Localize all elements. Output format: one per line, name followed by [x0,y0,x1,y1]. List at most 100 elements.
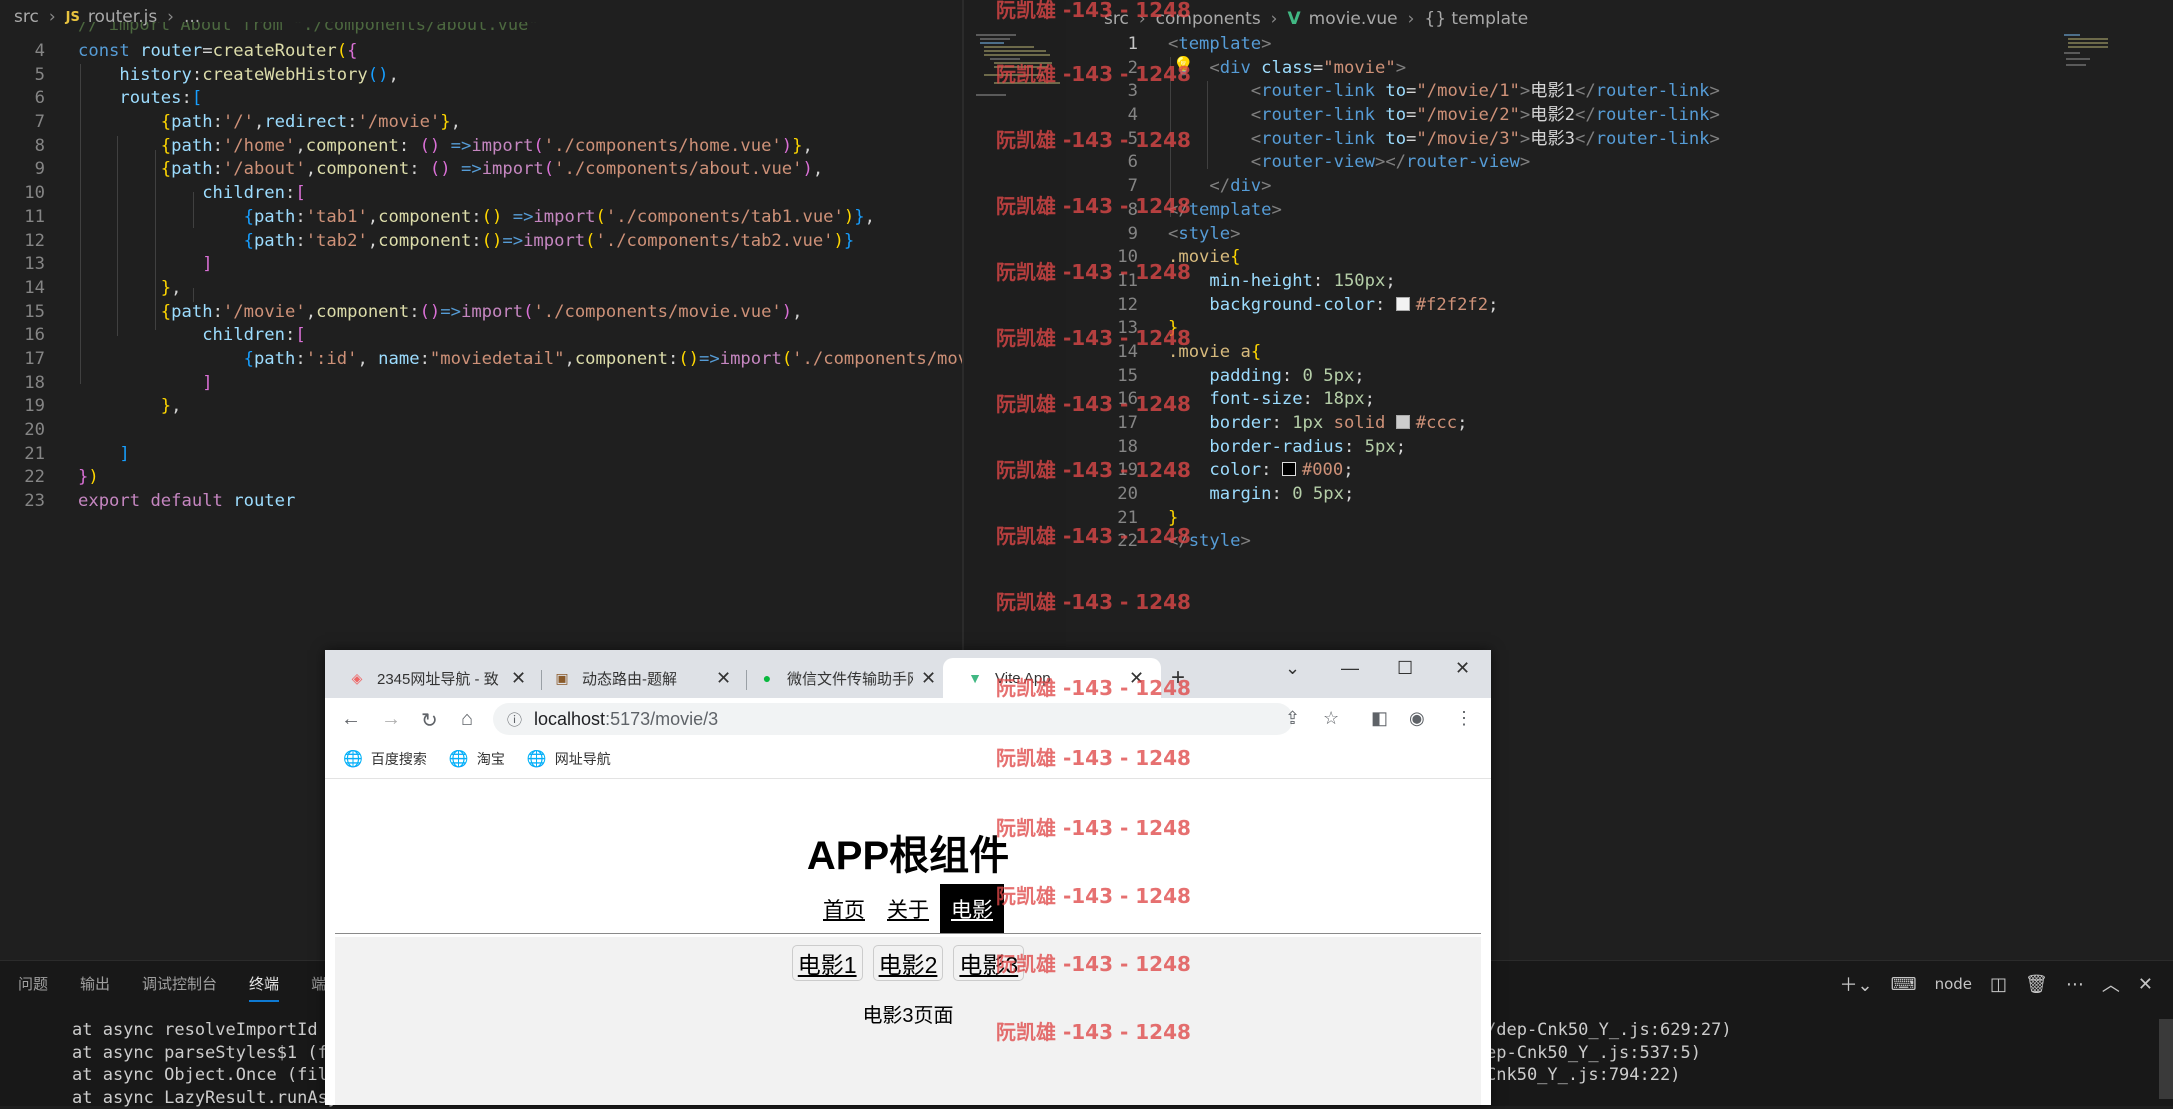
tab-search-icon[interactable]: ⌄ [1285,658,1300,679]
color-swatch[interactable] [1396,415,1410,429]
code-line: 3 <router-link to="/movie/1">电影1</router… [1066,80,2173,104]
code-line: 1<template> [1066,33,2173,57]
chevron-right-icon: › [49,7,56,27]
breadcrumb-file[interactable]: movie.vue [1309,9,1398,29]
page-content: APP根组件 首页 关于 电影 电影1 电影2 电影3 电影3页面 [325,779,1491,1105]
close-tab-icon[interactable]: ✕ [511,668,526,689]
movie-link-1[interactable]: 电影1 [792,945,863,981]
code-line: 12 {path:'tab2',component:()=>import('./… [0,230,962,254]
globe-icon: 🌐 [343,749,363,769]
terminal-icon[interactable]: ⌨ [1891,974,1917,995]
trash-icon[interactable]: 🗑 [2025,974,2048,995]
tab-debug-console[interactable]: 调试控制台 [142,973,217,1002]
close-tab-icon[interactable]: ✕ [921,668,936,689]
movie-links: 电影1 电影2 电影3 [335,945,1481,981]
terminal-line: /dep-Cnk50_Y_.js:629:27) [1486,1019,1732,1042]
movie-link-2[interactable]: 电影2 [873,945,944,981]
terminal-line: Cnk50_Y_.js:794:22) [1486,1064,1732,1087]
code-line: 22</style> [1066,530,2173,554]
nav-link-about[interactable]: 关于 [876,884,940,934]
browser-toolbar: ← → ↻ ⌂ ⓘ localhost:5173/movie/3 ⇪ ☆ ◧ ◉… [325,698,1491,740]
code-router-js[interactable]: 4const router=createRouter({ 5 history:c… [0,40,962,514]
bookmarks-bar: 🌐 百度搜索 🌐淘宝 🌐网址导航 [325,740,1491,779]
code-line: 2 <div class="movie"> [1066,57,2173,81]
code-line: 14.movie a{ [1066,341,2173,365]
tab-output[interactable]: 输出 [80,973,110,1002]
close-icon[interactable]: ✕ [2138,974,2153,995]
watermark: 阮凯雄 -143 - 1248 [996,586,1191,615]
code-line: 14 }, [0,277,962,301]
wechat-icon: ● [757,668,777,688]
side-panel-icon[interactable]: ◧ [1371,708,1388,729]
bookmark-item[interactable]: 🌐 百度搜索 [343,749,427,769]
tab-terminal[interactable]: 终端 [249,973,279,1002]
code-line: 17 {path:':id', name:"moviedetail",compo… [0,348,962,372]
add-terminal-icon[interactable]: ＋⌄ [1840,971,1873,997]
url-host: localhost [534,709,605,730]
picture-icon: ▣ [552,668,572,688]
watermark: 阮凯雄 -143 - 1248 [996,880,1191,909]
terminal-shell-label[interactable]: node [1935,975,1972,993]
partial-comment-line: // import About from "./components/about… [78,22,539,36]
reload-icon[interactable]: ↻ [421,708,438,733]
code-line: 5 history:createWebHistory(), [0,64,962,88]
bookmark-label: 百度搜索 [371,749,427,769]
terminal-scrollbar[interactable] [2159,1019,2173,1099]
bookmark-item[interactable]: 🌐淘宝 [449,749,505,769]
code-line: 17 border: 1px solid #ccc; [1066,412,2173,436]
watermark: 阮凯雄 -143 - 1248 [996,190,1191,219]
star-icon[interactable]: ☆ [1323,708,1339,729]
home-icon[interactable]: ⌂ [461,708,473,731]
minimap[interactable] [2060,28,2120,78]
watermark: 阮凯雄 -143 - 1248 [996,742,1191,771]
share-icon[interactable]: ⇪ [1285,708,1300,729]
breadcrumb-folder[interactable]: src [14,7,39,27]
close-tab-icon[interactable]: ✕ [716,668,731,689]
browser-tab[interactable]: ◈ 2345网址导航 - 致 ✕ [325,658,526,698]
profile-icon[interactable]: ◉ [1409,708,1425,729]
chevron-up-icon[interactable]: ︿ [2102,971,2120,997]
nav-link-movie[interactable]: 电影 [940,884,1004,934]
code-line: 13} [1066,317,2173,341]
bookmark-label: 淘宝 [477,749,505,769]
movie-detail-text: 电影3页面 [335,999,1481,1028]
more-icon[interactable]: ⋯ [2066,974,2084,995]
split-terminal-icon[interactable]: ◫ [1990,974,2007,995]
color-swatch[interactable] [1396,297,1410,311]
tab-problems[interactable]: 问题 [18,973,48,1002]
watermark: 阮凯雄 -143 - 1248 [996,124,1191,153]
nav-link-home[interactable]: 首页 [812,884,876,934]
forward-icon[interactable]: → [381,708,401,731]
watermark: 阮凯雄 -143 - 1248 [996,322,1191,351]
page-title: APP根组件 [325,823,1491,881]
terminal-output-right[interactable]: /dep-Cnk50_Y_.js:629:27)ep-Cnk50_Y_.js:5… [1486,1019,1732,1087]
app-nav: 首页 关于 电影 [325,884,1491,934]
minimize-icon[interactable]: — [1341,658,1359,679]
browser-tab[interactable]: ▣ 动态路由-题解 ✕ [530,658,731,698]
code-line: 8 {path:'/home',component: () =>import('… [0,135,962,159]
watermark: 阮凯雄 -143 - 1248 [996,948,1191,977]
code-line: 19 }, [0,395,962,419]
watermark: 阮凯雄 -143 - 1248 [996,0,1191,23]
code-movie-vue[interactable]: 1<template> 2 <div class="movie"> 3 <rou… [1066,33,2173,554]
watermark: 阮凯雄 -143 - 1248 [996,672,1191,701]
close-window-icon[interactable]: ✕ [1455,658,1470,679]
address-bar[interactable]: ⓘ localhost:5173/movie/3 [493,703,1293,735]
code-line: 20 margin: 0 5px; [1066,483,2173,507]
code-line: 10 children:[ [0,182,962,206]
bookmark-label: 网址导航 [555,749,611,769]
color-swatch[interactable] [1282,462,1296,476]
site-info-icon[interactable]: ⓘ [507,709,522,730]
code-line: 10.movie{ [1066,246,2173,270]
bookmark-item[interactable]: 🌐网址导航 [527,749,611,769]
maximize-icon[interactable]: ☐ [1397,658,1413,679]
code-line: 20 [0,419,962,443]
browser-window[interactable]: ◈ 2345网址导航 - 致 ✕ ▣ 动态路由-题解 ✕ ● 微信文件传输助手网… [325,650,1491,1105]
panel-toolbar: ＋⌄ ⌨ node ◫ 🗑 ⋯ ︿ ✕ [1840,971,2153,997]
code-line: 22}) [0,466,962,490]
code-line: 21 ] [0,443,962,467]
menu-icon[interactable]: ⋮ [1455,708,1473,729]
back-icon[interactable]: ← [341,708,361,731]
browser-tab[interactable]: ● 微信文件传输助手网 ✕ [735,658,936,698]
breadcrumb-symbol[interactable]: {} template [1424,9,1528,29]
